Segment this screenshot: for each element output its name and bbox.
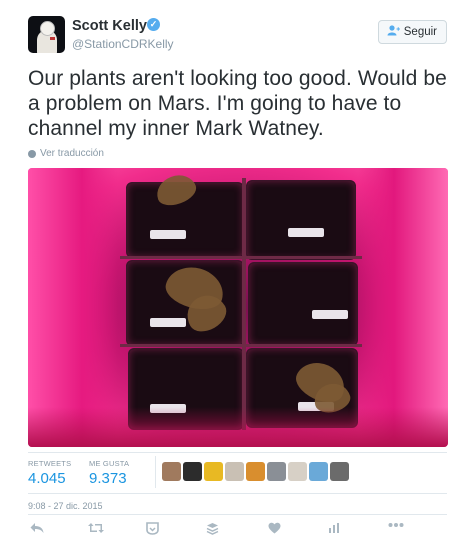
follow-button-label: Seguir	[403, 26, 437, 38]
divider	[28, 493, 447, 494]
tweet-text: Our plants aren't looking too good. Woul…	[28, 67, 447, 140]
label-tag	[312, 310, 348, 319]
liker-avatar[interactable]	[246, 462, 265, 481]
retweets-count[interactable]: 4.045	[28, 470, 66, 487]
author-handle[interactable]: @StationCDRKelly	[72, 37, 174, 51]
divider	[28, 514, 447, 515]
avatar[interactable]	[28, 16, 65, 53]
astronaut-head-shape	[40, 21, 55, 36]
strap	[120, 344, 362, 347]
tweet-actions	[28, 522, 408, 542]
add-user-icon	[387, 25, 400, 39]
retweet-icon[interactable]	[88, 522, 104, 534]
label-tag	[150, 318, 186, 327]
stack-icon[interactable]	[206, 522, 219, 535]
tweet-header: Scott Kelly ✓ @StationCDRKelly Seguir	[28, 16, 447, 56]
plant-pillow	[246, 180, 356, 260]
stats-divider	[155, 456, 156, 488]
analytics-icon[interactable]	[328, 522, 340, 534]
divider	[28, 452, 447, 453]
liker-avatar[interactable]	[162, 462, 181, 481]
author-name[interactable]: Scott Kelly	[72, 18, 147, 34]
likes-label: ME GUSTA	[89, 459, 130, 468]
likers-avatars	[162, 462, 349, 481]
verified-badge-icon: ✓	[147, 18, 160, 31]
label-tag	[150, 230, 186, 239]
follow-button[interactable]: Seguir	[377, 20, 447, 44]
globe-icon	[28, 149, 36, 158]
liker-avatar[interactable]	[330, 462, 349, 481]
like-icon[interactable]	[146, 522, 159, 535]
tweet-photo[interactable]	[28, 168, 448, 447]
translate-label: Ver traducción	[40, 148, 104, 159]
flag-patch-shape	[50, 37, 55, 40]
photo-light-right	[358, 168, 448, 447]
liker-avatar[interactable]	[183, 462, 202, 481]
tweet-timestamp[interactable]: 9:08 - 27 dic. 2015	[28, 501, 103, 511]
reply-icon[interactable]	[30, 522, 44, 534]
liker-avatar[interactable]	[225, 462, 244, 481]
photo-light-left	[28, 168, 118, 447]
heart-icon[interactable]	[268, 522, 281, 534]
liker-avatar[interactable]	[309, 462, 328, 481]
liker-avatar[interactable]	[204, 462, 223, 481]
photo-light-bottom	[28, 407, 448, 447]
label-tag	[288, 228, 324, 237]
liker-avatar[interactable]	[288, 462, 307, 481]
likes-count[interactable]: 9.373	[89, 470, 127, 487]
translate-link[interactable]: Ver traducción	[28, 148, 104, 159]
strap	[242, 178, 246, 430]
retweets-label: RETWEETS	[28, 459, 72, 468]
plant-pillow	[248, 262, 358, 346]
strap	[120, 256, 362, 259]
liker-avatar[interactable]	[267, 462, 286, 481]
more-icon[interactable]	[388, 522, 404, 528]
